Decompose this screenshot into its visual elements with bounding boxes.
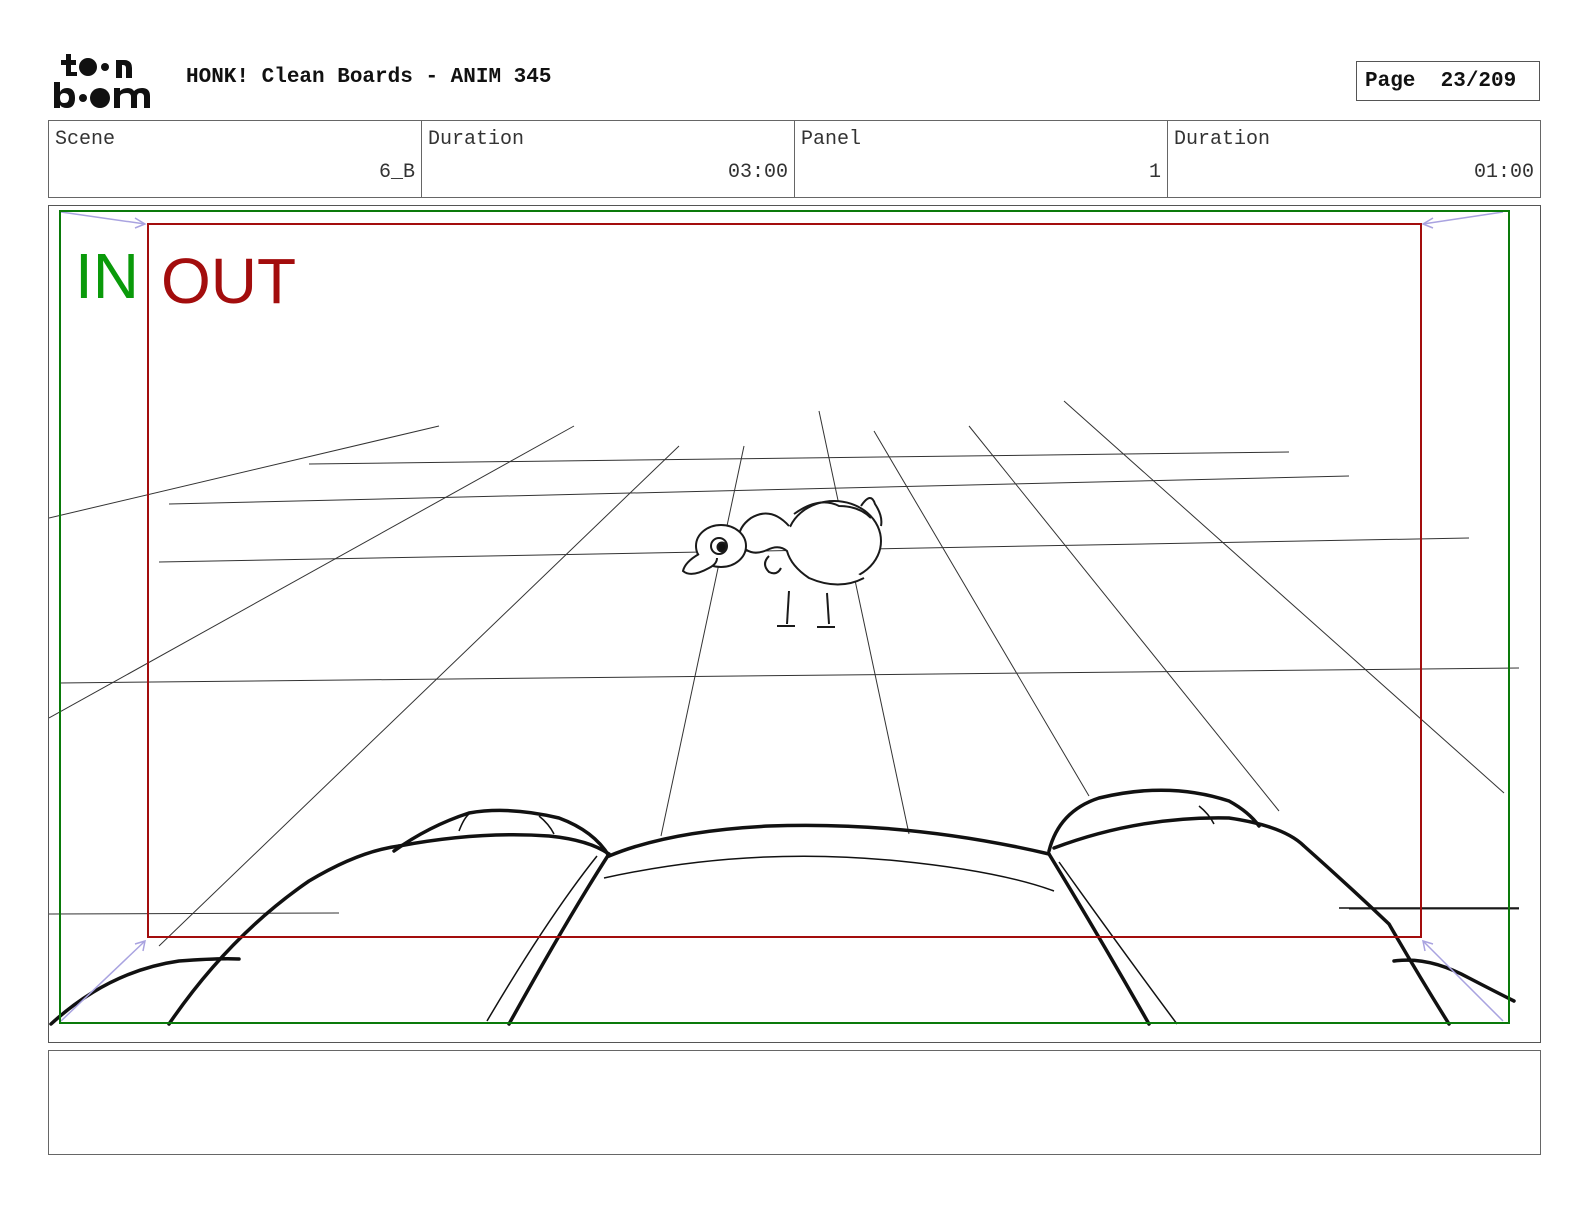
car-hood <box>49 788 1516 1026</box>
scene-duration-cell: Duration 03:00 <box>422 121 795 197</box>
out-frame <box>147 223 1422 938</box>
panel-duration-value: 01:00 <box>1473 161 1534 184</box>
out-label: OUT <box>161 245 296 317</box>
scene-info-table: Scene 6_B Duration 03:00 Panel 1 Duratio… <box>48 120 1541 198</box>
panel-value: 1 <box>1148 161 1161 184</box>
panel-notes-box <box>48 1050 1541 1155</box>
panel-cell: Panel 1 <box>795 121 1168 197</box>
floor-grid <box>49 400 1520 947</box>
scene-duration-label: Duration <box>428 128 525 151</box>
in-label: IN <box>75 240 139 312</box>
camera-move-arrows <box>60 211 1504 1022</box>
panel-duration-label: Duration <box>1174 128 1271 151</box>
in-frame <box>59 210 1510 1024</box>
hood-details <box>458 805 1519 1025</box>
scene-cell: Scene 6_B <box>49 121 422 197</box>
scene-duration-value: 03:00 <box>727 161 788 184</box>
panel-drawing: IN OUT <box>49 210 1520 1026</box>
scene-value: 6_B <box>378 161 415 184</box>
panel-label: Panel <box>801 128 862 151</box>
panel-duration-cell: Duration 01:00 <box>1168 121 1540 197</box>
toon-boom-logo <box>52 50 164 112</box>
storyboard-panel: IN OUT <box>48 205 1541 1043</box>
scene-label: Scene <box>55 128 116 151</box>
document-title: HONK! Clean Boards - ANIM 345 <box>186 66 552 89</box>
page-indicator: Page 23/209 <box>1356 61 1540 101</box>
goose-character <box>681 497 883 628</box>
